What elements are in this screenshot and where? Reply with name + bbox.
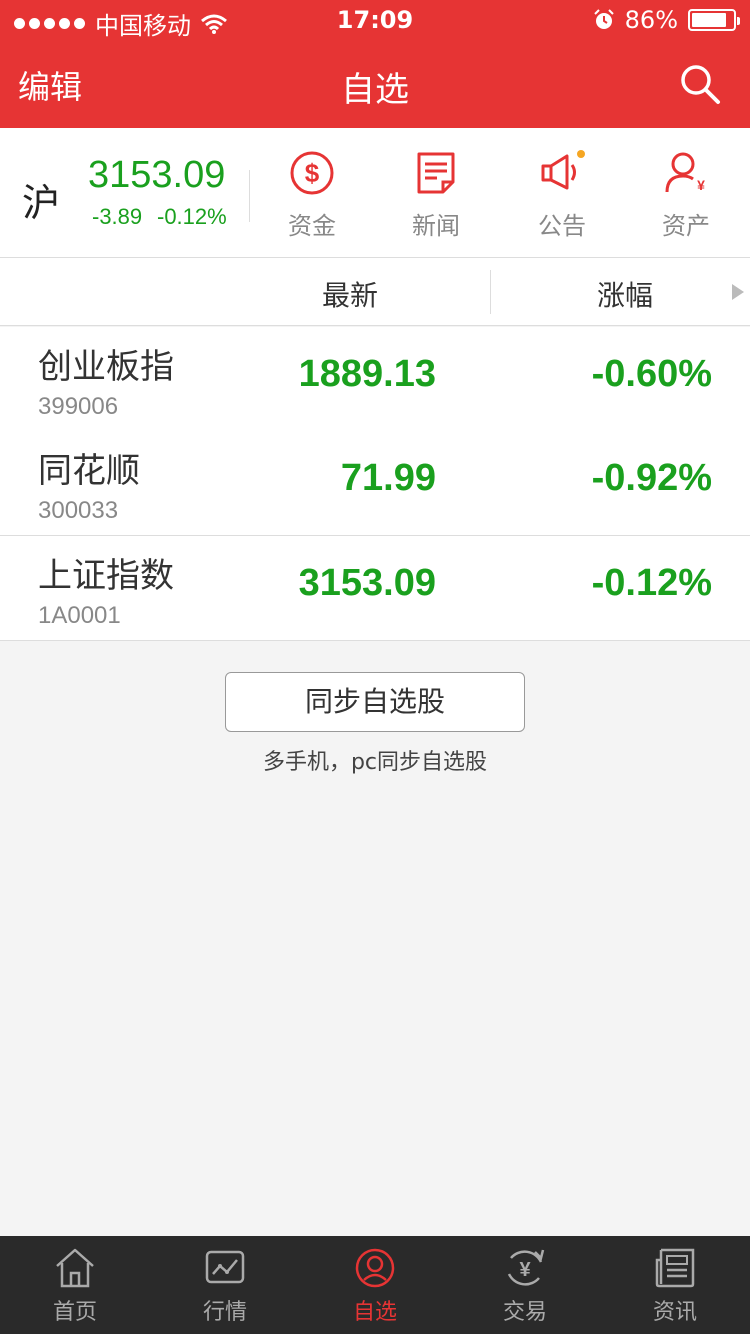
status-right: 86%: [593, 6, 740, 34]
battery-level: [692, 13, 727, 27]
watchlist-icon: [355, 1248, 395, 1288]
status-bar: 中国移动 17:09 86%: [0, 0, 750, 40]
column-header-change[interactable]: 涨幅: [575, 274, 675, 314]
sync-hint: 多手机，pc同步自选股: [262, 750, 488, 775]
watchlist-row[interactable]: 创业板指 399006 1889.13 -0.60%: [0, 327, 750, 432]
watchlist-header: 最新 涨幅: [0, 258, 750, 326]
news-document-icon: [417, 152, 455, 194]
tab-watchlist[interactable]: 自选: [300, 1236, 450, 1334]
stock-change-percent: -0.12%: [591, 562, 712, 604]
alarm-icon: [593, 9, 614, 29]
index-market-name: 沪: [22, 181, 61, 225]
watchlist-row[interactable]: 同花顺 300033 71.99 -0.92%: [0, 431, 750, 536]
index-change: -3.89: [92, 204, 143, 229]
watchlist-row[interactable]: 上证指数 1A0001 3153.09 -0.12%: [0, 536, 750, 641]
shortcut-label: 新闻: [412, 212, 460, 240]
stock-change-percent: -0.92%: [591, 457, 712, 499]
page-title: 自选: [341, 70, 409, 110]
svg-text:¥: ¥: [519, 1259, 531, 1281]
index-change-percent: -0.12%: [157, 204, 227, 229]
shortcut-news[interactable]: 新闻: [386, 150, 486, 240]
stock-code: 399006: [38, 393, 119, 420]
shortcut-assets[interactable]: ¥ 资产: [636, 150, 736, 240]
market-index-bar: 沪 3153.09 -3.89 -0.12% $ 资金 新闻 公告 ¥ 资产: [0, 128, 750, 258]
search-icon[interactable]: [678, 62, 722, 106]
column-header-latest[interactable]: 最新: [300, 274, 400, 314]
stock-name: 同花顺: [38, 451, 140, 491]
shortcut-announcements[interactable]: 公告: [512, 150, 612, 240]
index-price[interactable]: 3153.09: [88, 154, 225, 197]
battery-percent: 86%: [624, 6, 678, 34]
shortcut-label: 资产: [662, 212, 710, 240]
shortcut-label: 公告: [538, 212, 586, 240]
edit-button[interactable]: 编辑: [18, 62, 82, 108]
divider: [249, 170, 250, 222]
tab-home[interactable]: 首页: [0, 1236, 150, 1334]
tab-news[interactable]: 资讯: [600, 1236, 750, 1334]
tab-label: 自选: [352, 1300, 397, 1325]
tab-market[interactable]: 行情: [150, 1236, 300, 1334]
svg-text:$: $: [305, 158, 320, 188]
user-yuan-icon: ¥: [665, 152, 705, 193]
stock-name: 创业板指: [38, 347, 174, 387]
shortcut-funds[interactable]: $ 资金: [262, 150, 362, 240]
tab-bar: 首页 行情 自选 ¥ 交易 资讯: [0, 1236, 750, 1334]
scroll-right-arrow-icon[interactable]: [732, 284, 744, 300]
divider: [490, 270, 491, 314]
sync-watchlist-button[interactable]: 同步自选股: [225, 672, 525, 732]
yuan-exchange-icon: ¥: [507, 1249, 545, 1286]
navigation-bar: 编辑 自选: [0, 40, 750, 128]
tab-label: 首页: [52, 1300, 97, 1325]
dollar-circle-icon: $: [290, 151, 334, 195]
home-icon: [56, 1248, 94, 1288]
stock-price: 3153.09: [298, 562, 436, 604]
shortcut-label: 资金: [288, 212, 336, 240]
tab-label: 资讯: [652, 1300, 697, 1325]
tab-trade[interactable]: ¥ 交易: [450, 1236, 600, 1334]
chart-icon: [205, 1250, 245, 1284]
tab-label: 交易: [502, 1300, 547, 1325]
stock-code: 300033: [38, 497, 119, 524]
battery-icon: [688, 9, 740, 31]
newspaper-icon: [655, 1248, 695, 1288]
megaphone-icon: [541, 150, 585, 190]
stock-price: 1889.13: [298, 353, 436, 395]
stock-change-percent: -0.60%: [591, 353, 712, 395]
tab-label: 行情: [202, 1300, 247, 1325]
stock-name: 上证指数: [38, 556, 174, 596]
header: 中国移动 17:09 86% 编辑 自选: [0, 0, 750, 128]
svg-text:¥: ¥: [697, 177, 705, 193]
stock-price: 71.99: [340, 457, 436, 499]
stock-code: 1A0001: [38, 602, 121, 629]
